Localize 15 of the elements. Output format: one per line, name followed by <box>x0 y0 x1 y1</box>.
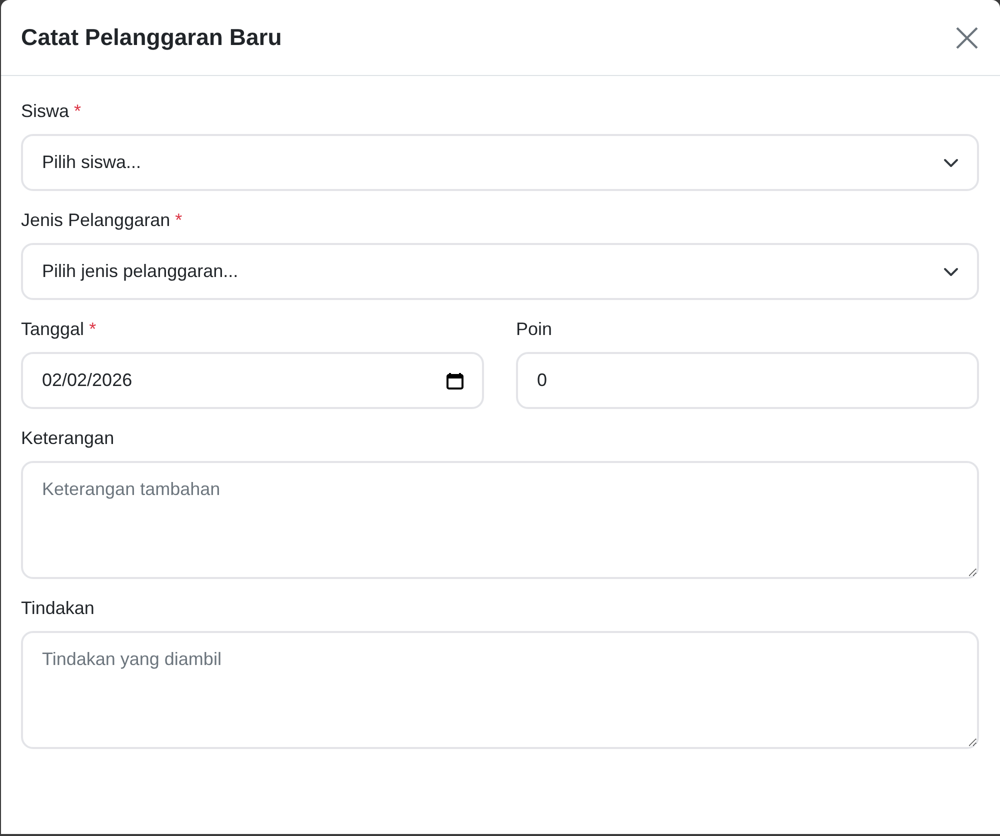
textarea-field[interactable]: Keterangan tambahan <box>21 461 979 579</box>
field-label: Tindakan <box>21 597 96 619</box>
select-field[interactable]: Pilih jenis pelanggaran... <box>21 243 979 300</box>
field-label: Siswa * <box>21 100 82 122</box>
select-field[interactable]: Pilih siswa... <box>21 134 979 191</box>
date-field[interactable]: 02/02/2026 <box>21 352 484 409</box>
dialog-title: Catat Pelanggaran Baru <box>21 24 282 51</box>
field-label: Jenis Pelanggaran * <box>21 209 184 231</box>
input-field[interactable]: 0 <box>516 352 979 409</box>
field-label: Keterangan <box>21 427 116 449</box>
field-label: Poin <box>516 318 554 340</box>
close-icon <box>956 26 978 48</box>
textarea-field[interactable]: Tindakan yang diambil <box>21 631 979 749</box>
field-label: Tanggal * <box>21 318 98 340</box>
calendar-icon[interactable] <box>446 372 464 390</box>
